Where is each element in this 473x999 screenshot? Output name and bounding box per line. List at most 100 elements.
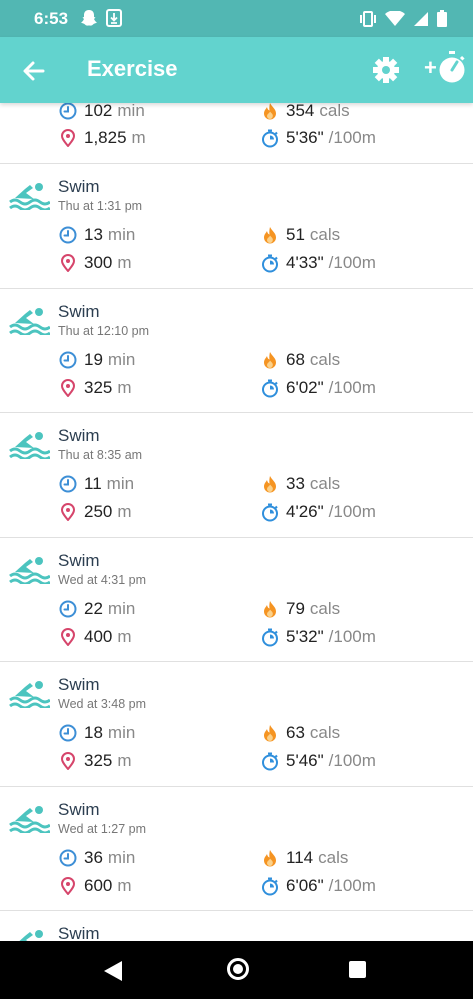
back-arrow-icon [23,61,45,81]
exercise-list: 102 min 1,825 m 354 cals 5'36"/100m Swim Th… [0,103,473,941]
location-pin-icon [58,751,78,771]
page-title: Exercise [87,56,178,81]
status-time: 6:53 [34,9,69,28]
calories-unit: cals [319,103,350,120]
download-icon [106,9,122,27]
distance-unit: m [117,502,132,521]
nav-home-icon[interactable] [227,958,249,980]
stopwatch-icon [260,627,280,647]
stopwatch-icon [260,876,280,896]
settings-button[interactable] [370,54,402,86]
distance-value: 325 [84,751,113,770]
duration-value: 18 [84,723,103,742]
list-item[interactable]: Swim Wed at 4:31 pm 22 min 400 m 79 cals 5'… [0,538,473,662]
clock-icon [58,225,78,245]
exercise-time: Wed at 3:48 pm [58,697,147,711]
swim-icon [8,678,50,708]
duration-value: 11 [84,474,102,493]
flame-icon [260,103,280,121]
exercise-time: Wed at 4:31 pm [58,572,147,587]
nav-recents-icon[interactable] [349,961,366,978]
stopwatch-icon [260,378,280,398]
duration-unit: min [107,723,136,742]
battery-icon [437,10,447,27]
pace-value: 6'06" [286,875,324,895]
clock-icon [58,723,78,743]
pace-unit: /100m [328,875,376,895]
flame-icon [260,474,280,494]
flame-icon [260,848,280,868]
calories-value: 354 [286,103,315,120]
pace-value: 6'02" [286,377,324,397]
nav-back-icon[interactable] [104,961,122,981]
location-pin-icon [58,502,78,522]
stopwatch-add-icon [439,51,465,83]
distance-value: 250 [84,502,113,521]
duration-value: 19 [84,349,103,369]
calories-value: 51 [286,225,305,244]
list-item[interactable]: Swim Thu at 1:31 pm 13 min 300 m 51 cals 4'… [0,164,473,289]
clock-icon [58,350,78,370]
list-item[interactable]: 102 min 1,825 m 354 cals 5'36"/100m [0,103,473,164]
location-pin-icon [58,627,78,647]
distance-value: 600 [84,875,113,895]
add-exercise-button[interactable]: + [424,51,466,87]
exercise-title: Swim [58,426,100,445]
location-pin-icon [58,253,78,273]
clock-icon [58,474,78,494]
pace-value: 5'36" [286,128,324,147]
calories-value: 68 [286,349,305,369]
swim-icon [8,554,50,584]
exercise-title: Swim [58,301,100,321]
app-bar: Exercise + [0,37,473,103]
distance-unit: m [117,875,132,895]
location-pin-icon [58,128,78,148]
calories-unit: cals [309,225,341,244]
duration-unit: min [107,349,136,369]
duration-unit: min [107,847,136,867]
swim-icon [8,429,50,459]
duration-unit: min [106,474,135,493]
list-item[interactable]: Swim [0,911,473,941]
calories-unit: cals [309,723,341,742]
flame-icon [260,599,280,619]
exercise-time: Thu at 8:35 am [58,448,143,462]
back-button[interactable] [18,55,50,87]
exercise-title: Swim [58,924,100,941]
clock-icon [58,103,78,121]
pace-unit: /100m [328,751,376,770]
clock-icon [58,599,78,619]
calories-value: 33 [286,474,305,493]
stopwatch-icon [260,253,280,273]
flame-icon [260,350,280,370]
distance-unit: m [117,377,132,397]
pace-unit: /100m [328,128,376,147]
exercise-title: Swim [58,550,100,570]
pace-unit: /100m [328,377,376,397]
exercise-time: Thu at 12:10 pm [58,323,150,338]
gear-icon [373,57,399,83]
duration-value: 36 [84,847,103,867]
stopwatch-icon [260,128,280,148]
stopwatch-icon [260,502,280,522]
list-item[interactable]: Swim Wed at 3:48 pm 18 min 325 m 63 cals 5'… [0,662,473,787]
signal-icon [414,11,428,26]
list-item[interactable]: Swim Thu at 12:10 pm 19 min 325 m 68 cals 6… [0,289,473,413]
stopwatch-icon [260,751,280,771]
calories-unit: cals [309,349,341,369]
distance-value: 400 [84,626,113,646]
calories-value: 79 [286,598,305,618]
swim-icon [8,180,50,210]
exercise-title: Swim [58,799,100,819]
pace-value: 5'46" [286,751,324,770]
pace-value: 5'32" [286,626,324,646]
pace-value: 4'26" [286,502,324,521]
distance-unit: m [117,253,132,272]
exercise-title: Swim [58,177,100,196]
list-item[interactable]: Swim Wed at 1:27 pm 36 min 600 m 114 cals 6… [0,787,473,911]
list-item[interactable]: Swim Thu at 8:35 am 11 min 250 m 33 cals 4'… [0,413,473,538]
distance-unit: m [117,751,132,770]
swim-icon [8,305,50,335]
flame-icon [260,723,280,743]
exercise-time: Thu at 1:31 pm [58,199,143,213]
